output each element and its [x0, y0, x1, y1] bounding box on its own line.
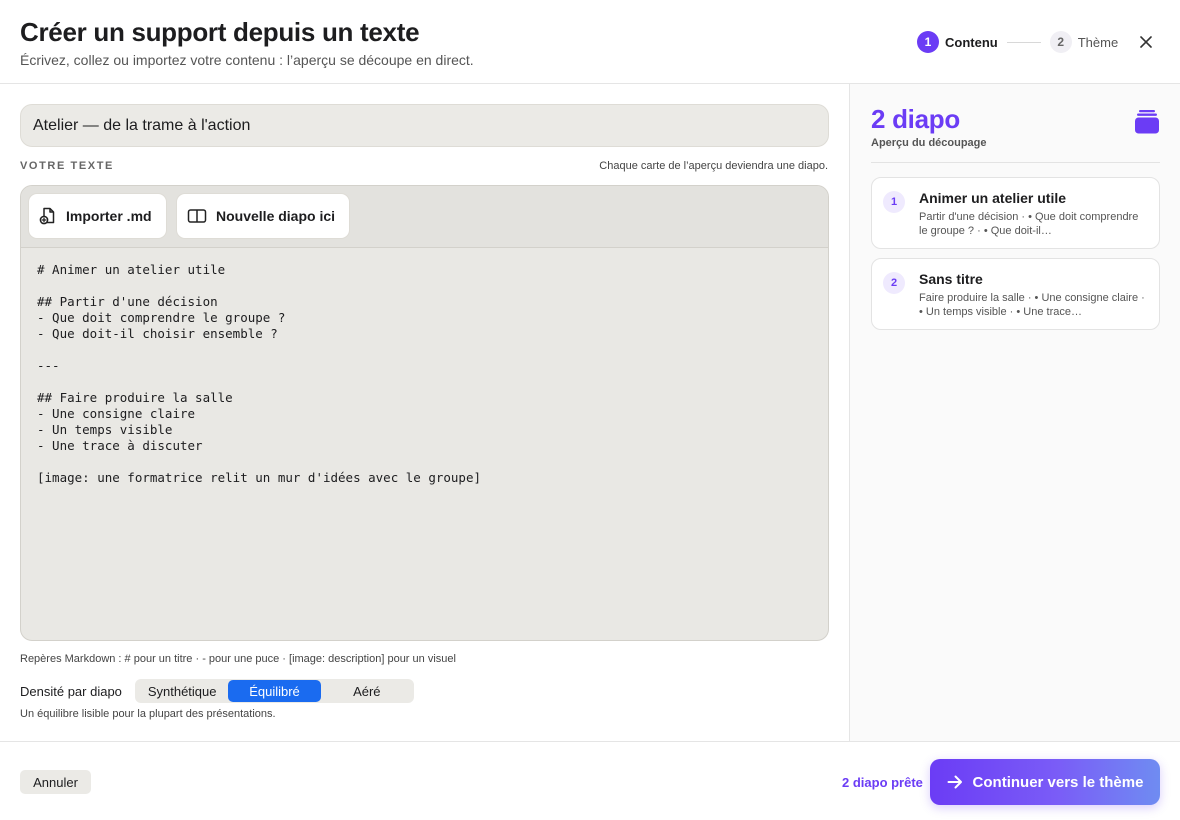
preview-subtitle: Aperçu du découpage — [871, 137, 987, 149]
import-md-label: Importer .md — [66, 208, 152, 224]
close-icon — [1140, 36, 1152, 48]
density-option-equilibre[interactable]: Équilibré — [228, 680, 321, 702]
slide-summary: Faire produire la salle · • Une consigne… — [919, 292, 1145, 318]
close-button[interactable] — [1136, 32, 1156, 52]
page-subtitle: Écrivez, collez ou importez votre conten… — [20, 52, 474, 68]
slide-number-badge: 1 — [883, 191, 905, 213]
section-hint: Chaque carte de l’aperçu deviendra une d… — [599, 160, 828, 172]
page-title: Créer un support depuis un texte — [20, 17, 420, 47]
slide-count-title: 2 diapo — [871, 104, 960, 134]
density-option-synthetique[interactable]: Synthétique — [136, 680, 228, 702]
import-md-button[interactable]: Importer .md — [28, 193, 167, 239]
new-slide-button[interactable]: Nouvelle diapo ici — [176, 193, 351, 239]
modal-footer: Annuler 2 diapo prête Continuer vers le … — [0, 741, 1180, 820]
markdown-textarea[interactable]: # Animer un atelier utile ## Partir d'un… — [37, 262, 817, 486]
step-2-number: 2 — [1049, 31, 1072, 53]
preview-panel: 2 diapo Aperçu du découpage 1 Animer un … — [849, 84, 1180, 741]
stack-icon — [1135, 110, 1159, 134]
markdown-hint: Repères Markdown : # pour un titre · - p… — [20, 653, 456, 665]
slide-title: Sans titre — [919, 271, 983, 287]
density-segmented-control: Synthétique Équilibré Aéré — [135, 679, 414, 703]
density-label: Densité par diapo — [20, 684, 122, 699]
deck-title-input[interactable] — [20, 104, 829, 147]
step-1-label[interactable]: Contenu — [945, 35, 998, 50]
slide-preview-card[interactable]: 1 Animer un atelier utile Partir d'une d… — [871, 177, 1160, 249]
arrow-right-icon — [947, 775, 962, 789]
density-option-aere[interactable]: Aéré — [321, 680, 413, 702]
step-2-label[interactable]: Thème — [1078, 35, 1118, 50]
stepper: 1 Contenu 2 Thème — [917, 31, 1118, 53]
continue-label: Continuer vers le thème — [972, 773, 1144, 791]
slide-summary: Partir d'une décision · • Que doit compr… — [919, 211, 1139, 237]
markdown-editor: Importer .md Nouvelle diapo ici # Animer… — [20, 185, 829, 641]
step-1-number: 1 — [917, 31, 939, 53]
editor-toolbar: Importer .md Nouvelle diapo ici — [21, 186, 828, 248]
file-import-icon — [39, 207, 55, 225]
density-hint: Un équilibre lisible pour la plupart des… — [20, 708, 276, 720]
section-label: VOTRE TEXTE — [20, 160, 114, 172]
editor-panel: VOTRE TEXTE Chaque carte de l’aperçu dev… — [0, 84, 849, 741]
modal-header: Créer un support depuis un texte Écrivez… — [0, 0, 1180, 84]
cancel-button[interactable]: Annuler — [20, 770, 91, 794]
step-connector — [1006, 41, 1041, 43]
split-layout-icon — [187, 209, 207, 223]
preview-divider — [871, 162, 1160, 163]
slide-preview-card[interactable]: 2 Sans titre Faire produire la salle · •… — [871, 258, 1160, 330]
continue-button[interactable]: Continuer vers le thème — [930, 759, 1160, 805]
slide-title: Animer un atelier utile — [919, 190, 1067, 206]
ready-status: 2 diapo prête — [842, 775, 923, 790]
slide-number-badge: 2 — [883, 272, 905, 294]
new-slide-label: Nouvelle diapo ici — [216, 208, 336, 224]
